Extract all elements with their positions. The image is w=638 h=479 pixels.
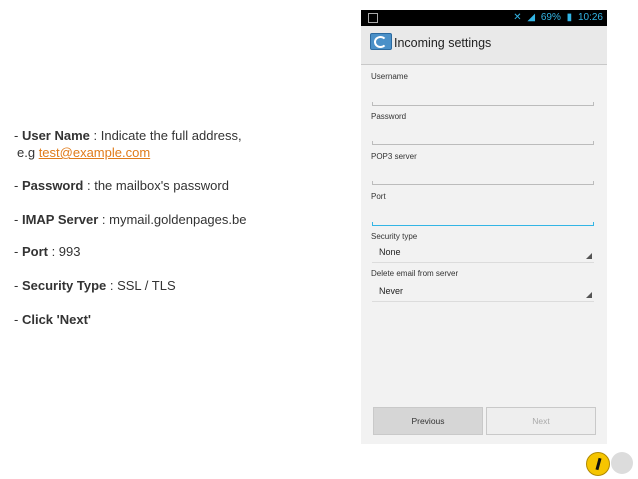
- dash: -: [14, 312, 22, 327]
- instruction-label: Security Type: [21, 278, 107, 293]
- example-email-link[interactable]: test@example.com: [39, 145, 150, 160]
- instruction-imap: - IMAP Server : mymail.goldenpages.be: [14, 212, 246, 227]
- signal-icon: ◢: [527, 12, 536, 23]
- example-prefix: e.g: [17, 145, 39, 160]
- dropdown-arrow-icon: [586, 253, 592, 259]
- instruction-label: User Name: [21, 128, 90, 143]
- phone-screenshot: ✕ ◢ 69% ▮ 10:26 Incoming settings Userna…: [361, 10, 607, 444]
- next-button[interactable]: Next: [486, 407, 596, 435]
- dash: -: [14, 212, 22, 227]
- instruction-password: - Password : the mailbox's password: [14, 178, 229, 193]
- mute-icon: ✕: [513, 12, 522, 23]
- status-bar: ✕ ◢ 69% ▮ 10:26: [361, 10, 607, 26]
- password-field[interactable]: [372, 134, 594, 145]
- dash: -: [14, 244, 22, 259]
- instruction-label: Port: [21, 244, 48, 259]
- email-app-icon[interactable]: [370, 33, 392, 50]
- dash: -: [14, 278, 22, 293]
- screen-title: Incoming settings: [394, 36, 492, 50]
- instruction-text: : SSL / TLS: [106, 278, 176, 293]
- instruction-label: IMAP Server: [21, 212, 99, 227]
- image-notification-icon: [368, 13, 378, 23]
- battery-icon: ▮: [566, 12, 573, 23]
- security-type-value: None: [379, 247, 401, 257]
- instruction-example: e.g test@example.com: [17, 145, 150, 160]
- instruction-port: - Port : 993: [14, 244, 80, 259]
- delete-email-dropdown[interactable]: Never: [372, 284, 594, 302]
- security-type-label: Security type: [371, 232, 418, 241]
- pop3-server-label: POP3 server: [371, 152, 417, 161]
- instruction-username: - User Name : Indicate the full address,: [14, 128, 242, 143]
- security-type-dropdown[interactable]: None: [372, 245, 594, 263]
- brand-logo-icon: [586, 452, 610, 476]
- username-label: Username: [371, 72, 408, 81]
- battery-percent: 69%: [540, 12, 561, 23]
- dash: -: [14, 128, 22, 143]
- instruction-click-next: - Click 'Next': [14, 312, 91, 327]
- decorative-circle-icon: [611, 452, 633, 474]
- instruction-text: : Indicate the full address,: [89, 128, 242, 143]
- instruction-label: Click 'Next': [21, 312, 91, 327]
- instruction-text: : mymail.goldenpages.be: [98, 212, 247, 227]
- action-bar: Incoming settings: [361, 26, 607, 65]
- instruction-label: Password: [21, 178, 84, 193]
- instruction-text: : 993: [47, 244, 81, 259]
- username-field[interactable]: [372, 95, 594, 106]
- password-label: Password: [371, 112, 407, 121]
- previous-button[interactable]: Previous: [373, 407, 483, 435]
- status-icons: ✕ ◢ 69% ▮ 10:26: [510, 12, 603, 23]
- delete-email-label: Delete email from server: [371, 269, 459, 278]
- instruction-text: : the mailbox's password: [83, 178, 229, 193]
- port-label: Port: [371, 192, 386, 201]
- instruction-security: - Security Type : SSL / TLS: [14, 278, 176, 293]
- pop3-server-field[interactable]: [372, 174, 594, 185]
- dash: -: [14, 178, 22, 193]
- dropdown-arrow-icon: [586, 292, 592, 298]
- delete-email-value: Never: [379, 286, 404, 296]
- port-field[interactable]: [372, 215, 594, 226]
- clock: 10:26: [577, 12, 603, 23]
